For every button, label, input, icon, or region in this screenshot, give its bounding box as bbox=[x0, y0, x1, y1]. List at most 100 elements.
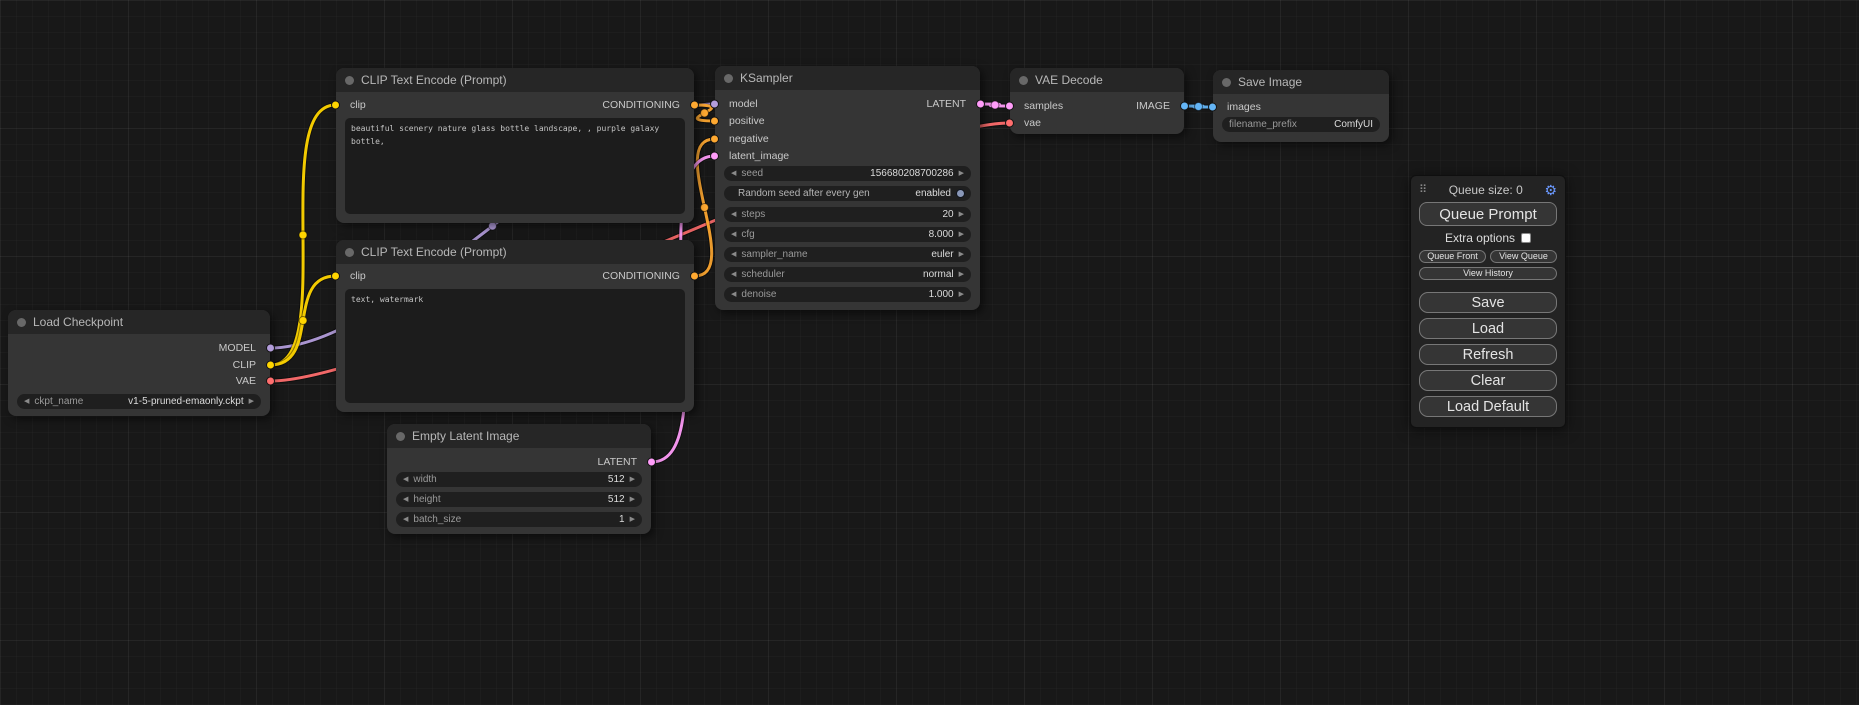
node-title-bar[interactable]: CLIP Text Encode (Prompt) bbox=[336, 240, 694, 264]
increment-icon[interactable]: ▶ bbox=[959, 251, 964, 258]
node-save-image[interactable]: Save Image images filename_prefix ComfyU… bbox=[1213, 70, 1389, 142]
input-slot-vae[interactable] bbox=[1005, 119, 1014, 128]
input-slot-images[interactable] bbox=[1208, 103, 1217, 112]
widget-value: 156680208700286 bbox=[870, 168, 953, 179]
widget-steps[interactable]: ◀ steps 20 ▶ bbox=[724, 207, 971, 222]
queue-front-button[interactable]: Queue Front bbox=[1419, 250, 1486, 263]
output-slot-conditioning[interactable] bbox=[690, 272, 699, 281]
widget-sampler-name[interactable]: ◀ sampler_name euler ▶ bbox=[724, 247, 971, 262]
canvas[interactable]: Load Checkpoint MODEL CLIP VAE ◀ ckpt_na… bbox=[0, 0, 1859, 705]
widget-height[interactable]: ◀ height 512 ▶ bbox=[396, 492, 642, 507]
decrement-icon[interactable]: ◀ bbox=[731, 231, 736, 238]
widget-cfg[interactable]: ◀ cfg 8.000 ▶ bbox=[724, 227, 971, 242]
increment-icon[interactable]: ▶ bbox=[249, 398, 254, 405]
load-button[interactable]: Load bbox=[1419, 318, 1557, 339]
slot-row: model LATENT bbox=[715, 97, 980, 111]
queue-prompt-button[interactable]: Queue Prompt bbox=[1419, 202, 1557, 226]
input-label: model bbox=[729, 98, 758, 110]
widget-value: v1-5-pruned-emaonly.ckpt bbox=[128, 396, 243, 407]
save-button[interactable]: Save bbox=[1419, 292, 1557, 313]
collapse-dot-icon[interactable] bbox=[345, 76, 354, 85]
decrement-icon[interactable]: ◀ bbox=[731, 211, 736, 218]
collapse-dot-icon[interactable] bbox=[1222, 78, 1231, 87]
slot-row: clip CONDITIONING bbox=[336, 98, 694, 112]
prompt-textarea[interactable]: beautiful scenery nature glass bottle la… bbox=[345, 118, 685, 214]
decrement-icon[interactable]: ◀ bbox=[731, 251, 736, 258]
input-label: samples bbox=[1024, 100, 1063, 112]
decrement-icon[interactable]: ◀ bbox=[403, 516, 408, 523]
node-clip-text-encode-negative[interactable]: CLIP Text Encode (Prompt) clip CONDITION… bbox=[336, 240, 694, 412]
widget-seed[interactable]: ◀ seed 156680208700286 ▶ bbox=[724, 166, 971, 181]
decrement-icon[interactable]: ◀ bbox=[403, 476, 408, 483]
node-load-checkpoint[interactable]: Load Checkpoint MODEL CLIP VAE ◀ ckpt_na… bbox=[8, 310, 270, 416]
increment-icon[interactable]: ▶ bbox=[959, 170, 964, 177]
clear-button[interactable]: Clear bbox=[1419, 370, 1557, 391]
node-clip-text-encode-positive[interactable]: CLIP Text Encode (Prompt) clip CONDITION… bbox=[336, 68, 694, 223]
widget-width[interactable]: ◀ width 512 ▶ bbox=[396, 472, 642, 487]
output-slot-image[interactable] bbox=[1180, 102, 1189, 111]
decrement-icon[interactable]: ◀ bbox=[731, 291, 736, 298]
input-slot-samples[interactable] bbox=[1005, 102, 1014, 111]
widget-value: 8.000 bbox=[929, 229, 954, 240]
output-slot-model[interactable] bbox=[266, 344, 275, 353]
collapse-dot-icon[interactable] bbox=[345, 248, 354, 257]
widget-value: 512 bbox=[608, 494, 625, 505]
collapse-dot-icon[interactable] bbox=[396, 432, 405, 441]
output-slot-conditioning[interactable] bbox=[690, 101, 699, 110]
increment-icon[interactable]: ▶ bbox=[959, 271, 964, 278]
increment-icon[interactable]: ▶ bbox=[630, 476, 635, 483]
widget-value: 1.000 bbox=[929, 289, 954, 300]
refresh-button[interactable]: Refresh bbox=[1419, 344, 1557, 365]
node-vae-decode[interactable]: VAE Decode samples IMAGE vae bbox=[1010, 68, 1184, 134]
load-default-button[interactable]: Load Default bbox=[1419, 396, 1557, 417]
node-title-bar[interactable]: VAE Decode bbox=[1010, 68, 1184, 92]
input-slot-model[interactable] bbox=[710, 100, 719, 109]
toggle-dot-icon[interactable] bbox=[956, 189, 965, 198]
output-slot-latent[interactable] bbox=[647, 458, 656, 467]
output-label: VAE bbox=[236, 375, 256, 387]
output-slot-vae[interactable] bbox=[266, 377, 275, 386]
node-title-bar[interactable]: Save Image bbox=[1213, 70, 1389, 94]
widget-random-seed-toggle[interactable]: Random seed after every gen enabled bbox=[724, 186, 971, 201]
input-slot-latent-image[interactable] bbox=[710, 152, 719, 161]
extra-options-checkbox[interactable] bbox=[1521, 233, 1531, 243]
widget-scheduler[interactable]: ◀ scheduler normal ▶ bbox=[724, 267, 971, 282]
collapse-dot-icon[interactable] bbox=[17, 318, 26, 327]
drag-handle-icon[interactable]: ⠿ bbox=[1419, 183, 1427, 196]
node-title-bar[interactable]: Empty Latent Image bbox=[387, 424, 651, 448]
output-slot-clip[interactable] bbox=[266, 361, 275, 370]
input-slot-clip[interactable] bbox=[331, 272, 340, 281]
decrement-icon[interactable]: ◀ bbox=[731, 170, 736, 177]
collapse-dot-icon[interactable] bbox=[1019, 76, 1028, 85]
node-title-bar[interactable]: KSampler bbox=[715, 66, 980, 90]
widget-ckpt-name[interactable]: ◀ ckpt_name v1-5-pruned-emaonly.ckpt ▶ bbox=[17, 394, 261, 409]
decrement-icon[interactable]: ◀ bbox=[24, 398, 29, 405]
prompt-textarea[interactable]: text, watermark bbox=[345, 289, 685, 403]
node-title-bar[interactable]: CLIP Text Encode (Prompt) bbox=[336, 68, 694, 92]
view-history-button[interactable]: View History bbox=[1419, 267, 1557, 280]
increment-icon[interactable]: ▶ bbox=[959, 231, 964, 238]
widget-label: scheduler bbox=[741, 269, 784, 280]
widget-filename-prefix[interactable]: filename_prefix ComfyUI bbox=[1222, 117, 1380, 132]
node-title-bar[interactable]: Load Checkpoint bbox=[8, 310, 270, 334]
node-empty-latent-image[interactable]: Empty Latent Image LATENT ◀ width 512 ▶ … bbox=[387, 424, 651, 534]
extra-options-row: Extra options bbox=[1419, 231, 1557, 245]
increment-icon[interactable]: ▶ bbox=[959, 211, 964, 218]
output-row-clip: CLIP bbox=[8, 358, 270, 372]
input-slot-clip[interactable] bbox=[331, 101, 340, 110]
widget-batch-size[interactable]: ◀ batch_size 1 ▶ bbox=[396, 512, 642, 527]
extra-options-label: Extra options bbox=[1445, 231, 1515, 245]
collapse-dot-icon[interactable] bbox=[724, 74, 733, 83]
widget-denoise[interactable]: ◀ denoise 1.000 ▶ bbox=[724, 287, 971, 302]
node-ksampler[interactable]: KSampler model LATENT positive negative … bbox=[715, 66, 980, 310]
input-slot-negative[interactable] bbox=[710, 135, 719, 144]
view-queue-button[interactable]: View Queue bbox=[1490, 250, 1557, 263]
input-slot-positive[interactable] bbox=[710, 117, 719, 126]
increment-icon[interactable]: ▶ bbox=[959, 291, 964, 298]
settings-gear-icon[interactable]: ⚙ bbox=[1544, 183, 1557, 197]
increment-icon[interactable]: ▶ bbox=[630, 516, 635, 523]
decrement-icon[interactable]: ◀ bbox=[403, 496, 408, 503]
increment-icon[interactable]: ▶ bbox=[630, 496, 635, 503]
output-slot-latent[interactable] bbox=[976, 100, 985, 109]
decrement-icon[interactable]: ◀ bbox=[731, 271, 736, 278]
